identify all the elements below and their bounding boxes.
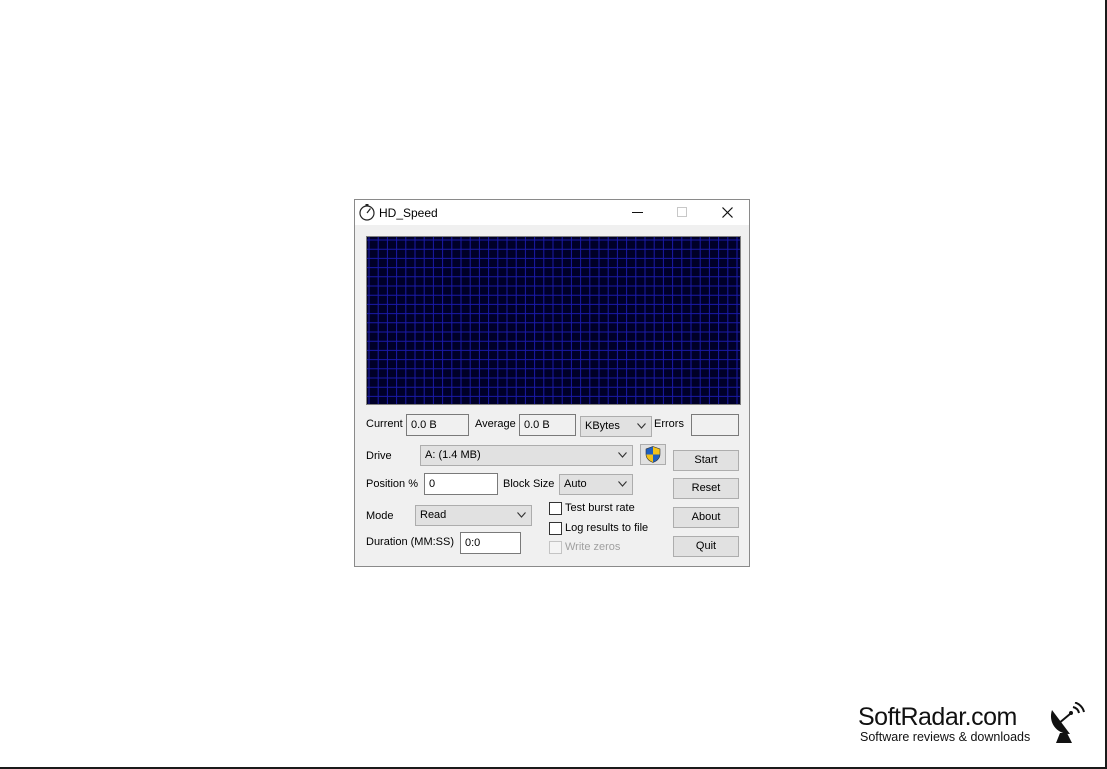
start-button[interactable]: Start: [673, 450, 739, 471]
about-button[interactable]: About: [673, 507, 739, 528]
chevron-down-icon: [637, 423, 646, 429]
test-burst-rate-label[interactable]: Test burst rate: [565, 502, 635, 514]
errors-label: Errors: [654, 418, 684, 430]
drive-label: Drive: [366, 450, 392, 462]
log-results-label[interactable]: Log results to file: [565, 522, 648, 534]
errors-field: [691, 414, 739, 436]
average-speed-field: 0.0 B: [519, 414, 576, 436]
minimize-icon: [631, 212, 643, 213]
speed-graph: [366, 236, 741, 405]
maximize-button: [660, 200, 704, 225]
block-size-label: Block Size: [503, 478, 555, 490]
test-burst-rate-checkbox[interactable]: [549, 502, 562, 515]
duration-input[interactable]: 0:0: [460, 532, 521, 554]
quit-button[interactable]: Quit: [673, 536, 739, 557]
close-icon: [721, 207, 733, 218]
current-label: Current: [366, 418, 403, 430]
hd-speed-window: HD_Speed Current 0.0 B Average 0.0 B KBy…: [354, 199, 750, 567]
duration-label: Duration (MM:SS): [366, 536, 455, 548]
chevron-down-icon: [517, 512, 526, 518]
mode-dropdown-value: Read: [420, 509, 447, 521]
reset-button[interactable]: Reset: [673, 478, 739, 499]
watermark-title: SoftRadar.com: [858, 703, 1017, 731]
unit-dropdown[interactable]: KBytes: [580, 416, 652, 437]
minimize-button[interactable]: [615, 200, 659, 225]
watermark-subtitle: Software reviews & downloads: [860, 730, 1031, 744]
mode-label: Mode: [366, 510, 394, 522]
close-button[interactable]: [705, 200, 749, 225]
maximize-icon: [676, 207, 687, 217]
stopwatch-icon[interactable]: [358, 203, 376, 221]
block-size-dropdown-value: Auto: [564, 478, 587, 490]
softradar-watermark: SoftRadar.com Software reviews & downloa…: [858, 702, 1090, 748]
unit-dropdown-value: KBytes: [585, 420, 620, 432]
current-speed-field: 0.0 B: [406, 414, 469, 436]
uac-shield-icon: [645, 446, 661, 463]
block-size-dropdown[interactable]: Auto: [559, 474, 633, 495]
mode-dropdown[interactable]: Read: [415, 505, 532, 526]
position-label: Position %: [366, 478, 418, 490]
admin-elevate-button[interactable]: [640, 444, 666, 465]
drive-dropdown[interactable]: A: (1.4 MB): [420, 445, 633, 466]
chevron-down-icon: [618, 481, 627, 487]
average-label: Average: [475, 418, 516, 430]
title-bar[interactable]: HD_Speed: [355, 200, 749, 225]
window-title: HD_Speed: [379, 206, 438, 220]
write-zeros-label: Write zeros: [565, 541, 621, 553]
drive-dropdown-value: A: (1.4 MB): [425, 449, 481, 461]
satellite-dish-icon: [1050, 702, 1085, 743]
write-zeros-checkbox: [549, 541, 562, 554]
chevron-down-icon: [618, 452, 627, 458]
speed-graph-grid: [367, 237, 740, 404]
position-input[interactable]: 0: [424, 473, 498, 495]
log-results-checkbox[interactable]: [549, 522, 562, 535]
